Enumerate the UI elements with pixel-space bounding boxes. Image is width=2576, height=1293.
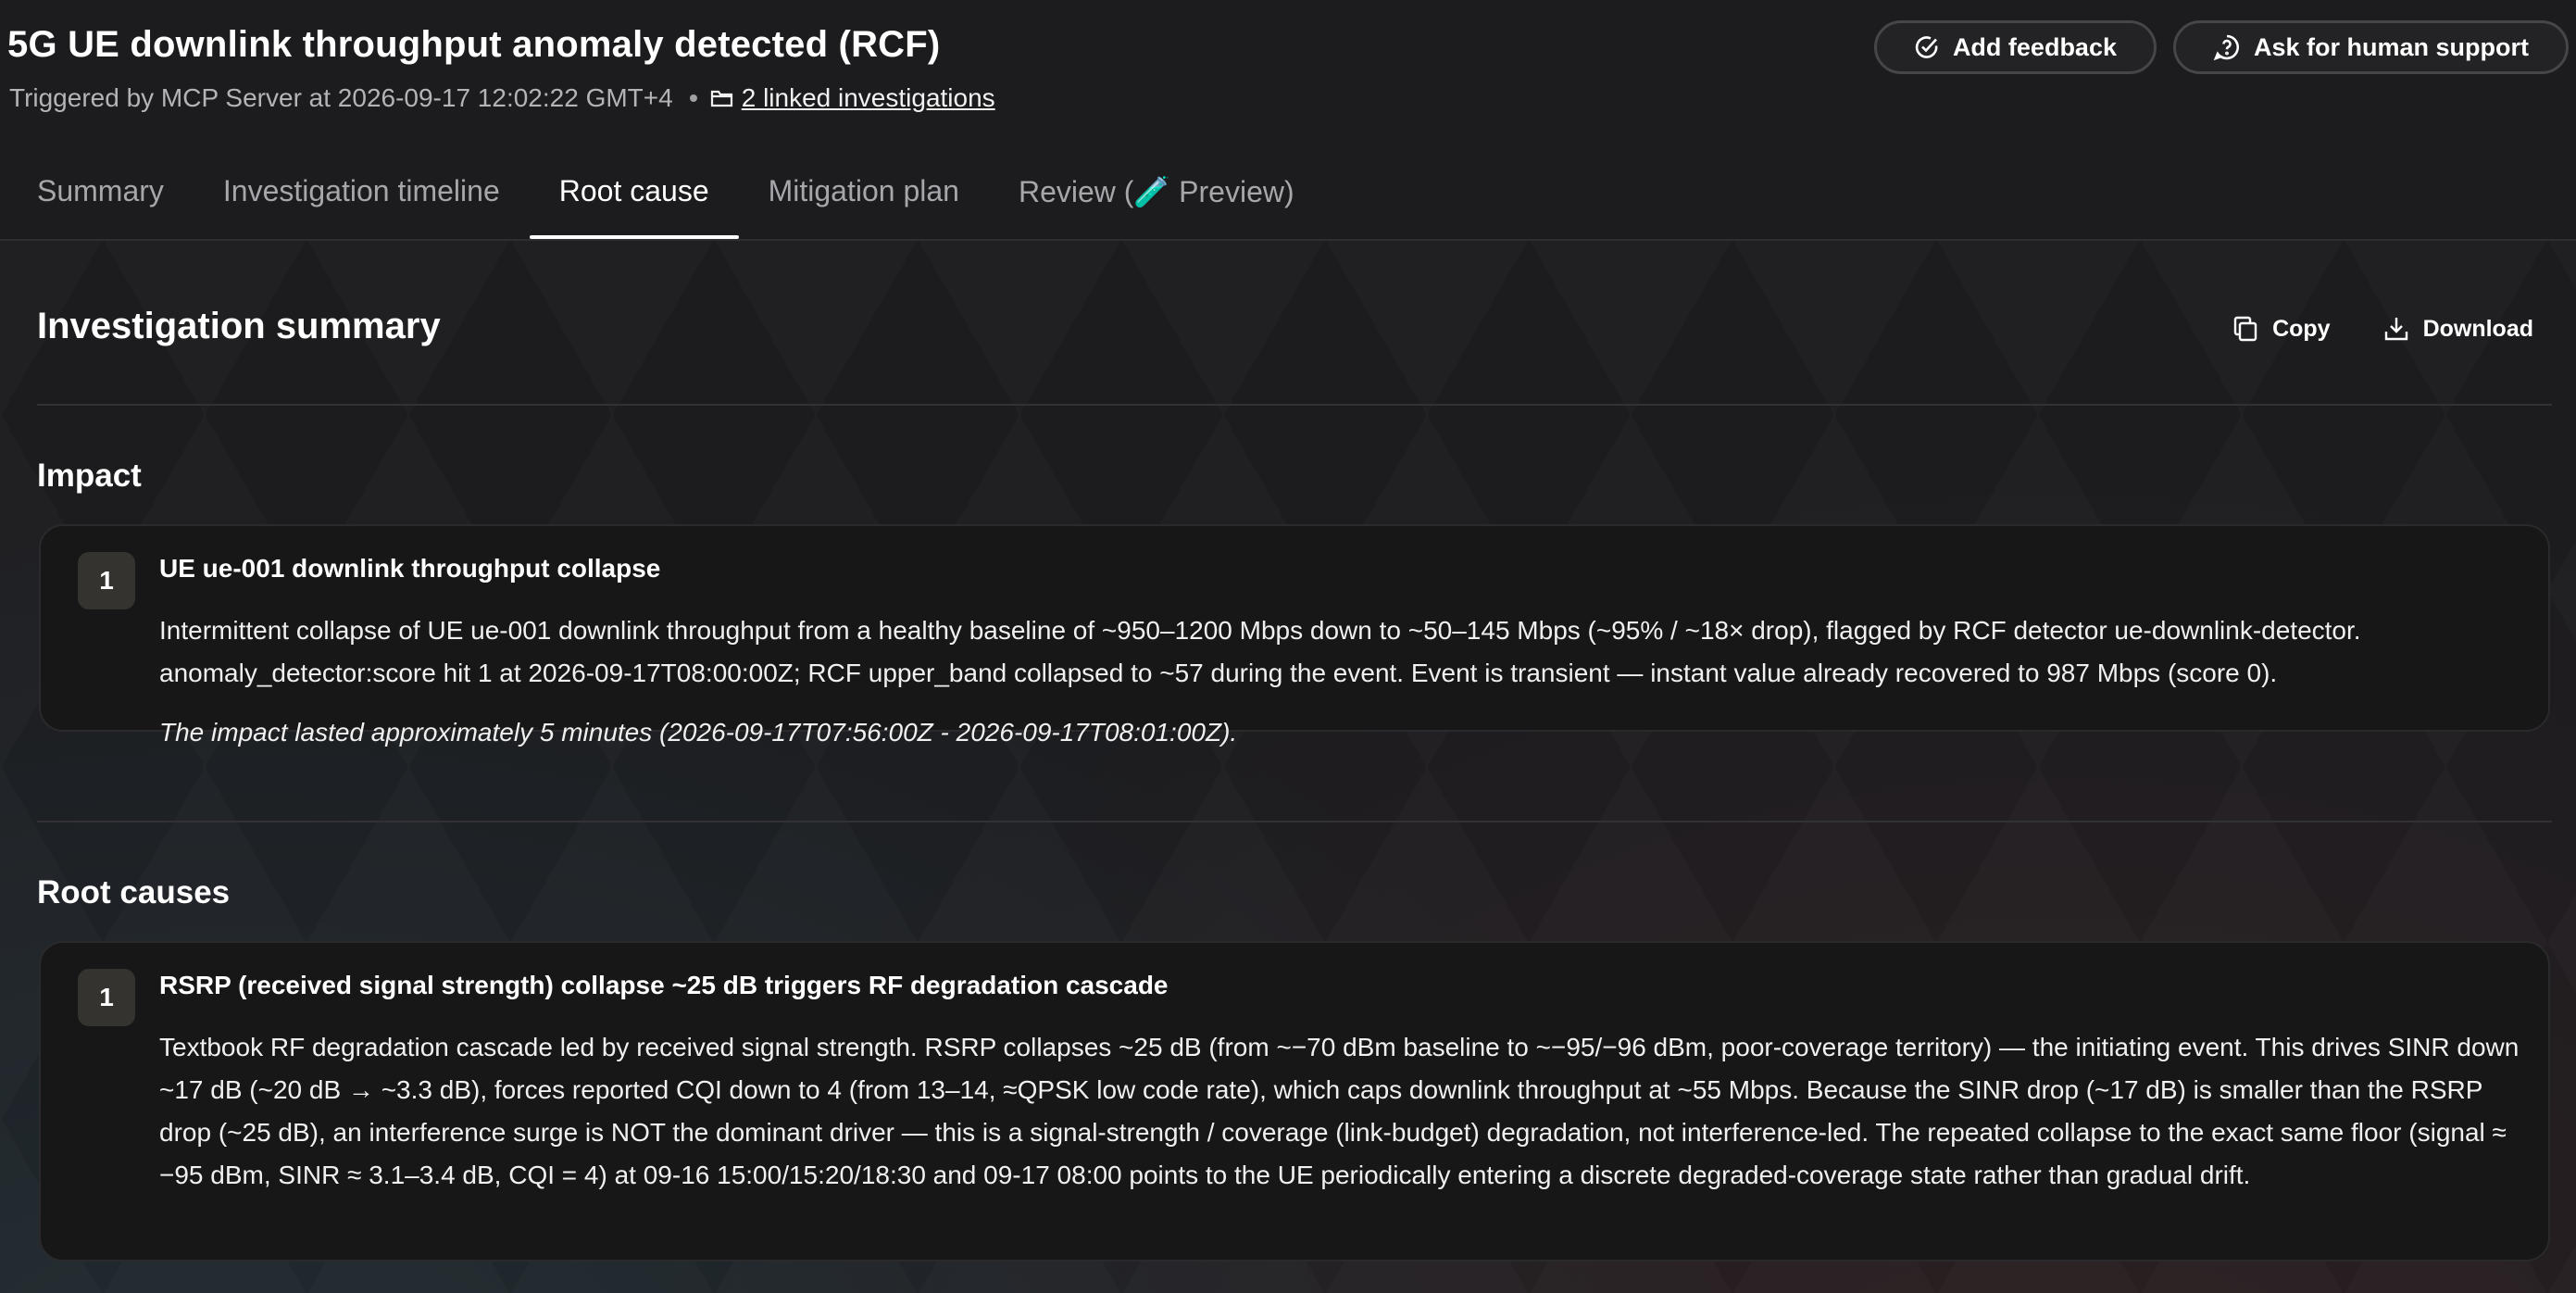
impact-number-badge: 1 bbox=[78, 552, 135, 609]
linked-investigations-link[interactable]: 2 linked investigations bbox=[710, 83, 995, 113]
page-subtitle: Triggered by MCP Server at 2026-09-17 12… bbox=[9, 83, 995, 113]
investigation-summary-header: Investigation summary Copy Download bbox=[37, 241, 2552, 406]
add-feedback-label: Add feedback bbox=[1952, 32, 2117, 61]
root-cause-number-badge: 1 bbox=[78, 969, 135, 1026]
tab-summary[interactable]: Summary bbox=[7, 156, 194, 239]
tab-bar: Summary Investigation timeline Root caus… bbox=[7, 156, 1324, 239]
folder-icon bbox=[710, 90, 732, 107]
copy-label: Copy bbox=[2272, 315, 2331, 342]
tab-mitigation-plan[interactable]: Mitigation plan bbox=[739, 156, 989, 239]
page-header: 5G UE downlink throughput anomaly detect… bbox=[7, 20, 2569, 122]
investigation-summary-title: Investigation summary bbox=[37, 306, 441, 346]
tab-investigation-timeline[interactable]: Investigation timeline bbox=[194, 156, 530, 239]
tab-root-cause[interactable]: Root cause bbox=[529, 156, 739, 239]
copy-button[interactable]: Copy bbox=[2232, 315, 2331, 343]
separator-dot bbox=[689, 94, 697, 102]
tab-review-preview[interactable]: Review (🧪 Preview) bbox=[989, 156, 1324, 239]
add-feedback-button[interactable]: Add feedback bbox=[1873, 20, 2157, 74]
impact-card: 1 UE ue-001 downlink throughput collapse… bbox=[39, 524, 2550, 747]
impact-title: Impact bbox=[37, 458, 142, 494]
copy-icon bbox=[2233, 316, 2257, 342]
linked-investigations-label: 2 linked investigations bbox=[741, 83, 995, 112]
ask-human-support-button[interactable]: Ask for human support bbox=[2172, 20, 2569, 74]
root-cause-body: Textbook RF degradation cascade led by r… bbox=[159, 1026, 2520, 1197]
root-cause-card: 1 RSRP (received signal strength) collap… bbox=[39, 941, 2550, 1262]
root-causes-title: Root causes bbox=[37, 874, 231, 910]
impact-heading: UE ue-001 downlink throughput collapse bbox=[159, 554, 661, 583]
triggered-by-text: Triggered by MCP Server at 2026-09-17 12… bbox=[9, 83, 673, 112]
page-title: 5G UE downlink throughput anomaly detect… bbox=[7, 24, 941, 65]
section-divider bbox=[37, 821, 2552, 822]
help-circle-icon bbox=[2213, 34, 2239, 61]
header-actions: Add feedback Ask for human support bbox=[1873, 20, 2569, 74]
root-cause-heading: RSRP (received signal strength) collapse… bbox=[159, 971, 1169, 999]
impact-duration: The impact lasted approximately 5 minute… bbox=[159, 718, 1238, 747]
check-circle-icon bbox=[1915, 36, 1938, 58]
ask-human-support-label: Ask for human support bbox=[2253, 32, 2529, 61]
impact-body: Intermittent collapse of UE ue-001 downl… bbox=[159, 609, 2520, 754]
main-content: Investigation summary Copy Download Impa… bbox=[37, 241, 2552, 1262]
download-icon bbox=[2384, 318, 2407, 341]
download-label: Download bbox=[2422, 315, 2533, 342]
summary-actions: Copy Download bbox=[2232, 315, 2533, 343]
impact-description: Intermittent collapse of UE ue-001 downl… bbox=[159, 616, 2361, 687]
root-cause-description: Textbook RF degradation cascade led by r… bbox=[159, 1033, 2520, 1189]
download-button[interactable]: Download bbox=[2382, 315, 2533, 343]
